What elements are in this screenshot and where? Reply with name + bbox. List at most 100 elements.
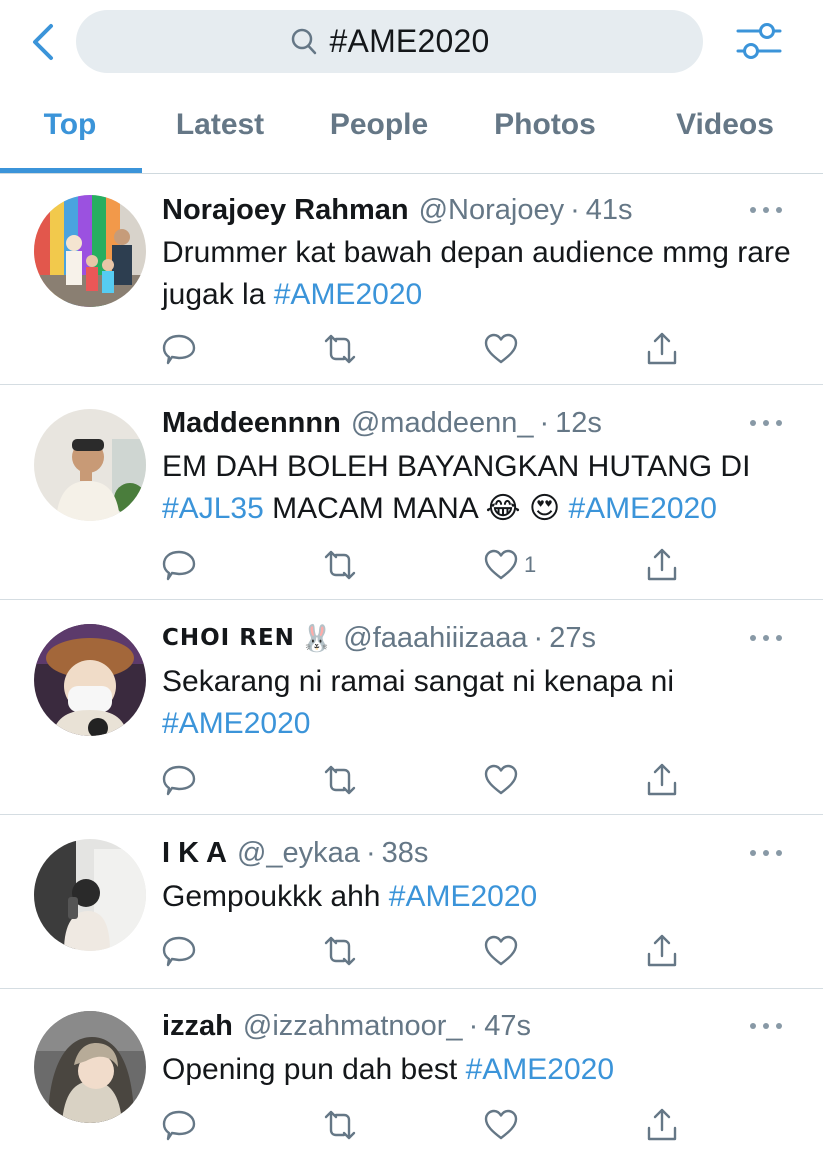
- retweet-button[interactable]: [322, 545, 358, 585]
- hashtag-link[interactable]: #AME2020: [568, 492, 716, 525]
- share-button[interactable]: [646, 931, 678, 971]
- search-tabs: Top Latest People Photos Videos: [0, 90, 823, 174]
- like-button[interactable]: [484, 931, 524, 971]
- tab-photos[interactable]: Photos: [472, 108, 618, 156]
- like-button[interactable]: [484, 1105, 524, 1145]
- search-icon: [291, 28, 316, 54]
- tweet[interactable]: I K A @_eykaa · 38s Gempoukkk ahh #AME20…: [0, 815, 823, 989]
- like-icon: [484, 333, 518, 364]
- hashtag-link[interactable]: #AME2020: [162, 707, 310, 740]
- avatar[interactable]: [34, 409, 146, 521]
- user-name[interactable]: izzah: [162, 1010, 233, 1043]
- avatar[interactable]: [34, 195, 146, 307]
- separator-dot: ·: [365, 836, 376, 869]
- tweet-text-part: MACAM MANA: [263, 492, 486, 525]
- tweet-text: Sekarang ni ramai sangat ni kenapa ni #AM…: [162, 661, 802, 745]
- user-handle[interactable]: @Norajoey: [419, 194, 565, 227]
- search-filter-button[interactable]: [734, 18, 784, 64]
- more-icon-dot: [763, 850, 769, 856]
- search-input[interactable]: #AME2020: [76, 10, 703, 73]
- hashtag-link[interactable]: #AME2020: [389, 880, 537, 913]
- tab-top[interactable]: Top: [0, 108, 140, 156]
- filter-sliders-icon: [736, 23, 782, 59]
- avatar[interactable]: [34, 1011, 146, 1123]
- separator-dot: ·: [468, 1009, 479, 1042]
- hashtag-link[interactable]: #AJL35: [162, 492, 264, 525]
- like-button[interactable]: [484, 329, 524, 369]
- tweet-text: Gempoukkk ahh #AME2020: [162, 876, 802, 918]
- share-button[interactable]: [646, 329, 678, 369]
- user-name[interactable]: I K A: [162, 837, 227, 870]
- more-button[interactable]: [746, 1014, 786, 1038]
- tab-videos[interactable]: Videos: [652, 108, 798, 156]
- retweet-button[interactable]: [322, 931, 358, 971]
- tweet-time[interactable]: 47s: [484, 1010, 531, 1043]
- retweet-button[interactable]: [322, 329, 358, 369]
- more-button[interactable]: [746, 841, 786, 865]
- share-button[interactable]: [646, 1105, 678, 1145]
- share-icon: [647, 548, 677, 581]
- top-bar: #AME2020: [0, 0, 823, 84]
- heart-eyes-emoji: 😍: [528, 492, 561, 525]
- reply-button[interactable]: [162, 931, 196, 971]
- like-icon: [484, 764, 518, 795]
- more-icon: [750, 420, 756, 426]
- tweet-time[interactable]: 12s: [555, 407, 602, 440]
- user-name[interactable]: Maddeennnn: [162, 407, 341, 440]
- reply-button[interactable]: [162, 329, 196, 369]
- more-button[interactable]: [746, 198, 786, 222]
- back-button[interactable]: [26, 22, 60, 62]
- like-icon: [484, 935, 518, 966]
- user-handle[interactable]: @izzahmatnoor_: [243, 1010, 463, 1043]
- more-button[interactable]: [746, 411, 786, 435]
- share-button[interactable]: [646, 760, 678, 800]
- tweet[interactable]: izzah @izzahmatnoor_ · 47s Opening pun d…: [0, 989, 823, 1156]
- tweet-actions: [162, 329, 702, 369]
- user-handle[interactable]: @_eykaa: [237, 837, 360, 870]
- more-button[interactable]: [746, 626, 786, 650]
- more-icon: [750, 635, 756, 641]
- like-button[interactable]: 1: [484, 545, 536, 585]
- user-name[interactable]: CHOI REN: [162, 625, 295, 651]
- reply-icon: [162, 334, 196, 365]
- share-button[interactable]: [646, 545, 678, 585]
- more-icon-dot: [776, 420, 782, 426]
- reply-icon: [162, 936, 196, 967]
- share-icon: [647, 763, 677, 796]
- more-icon: [750, 1023, 756, 1029]
- retweet-button[interactable]: [322, 760, 358, 800]
- reply-button[interactable]: [162, 545, 196, 585]
- tweet[interactable]: Norajoey Rahman @Norajoey · 41s Drummer …: [0, 175, 823, 385]
- tab-people[interactable]: People: [308, 108, 450, 156]
- tweet[interactable]: Maddeennnn @maddeenn_ · 12s EM DAH BOLEH…: [0, 385, 823, 600]
- tweet-text-part: Drummer kat bawah depan audience mmg rar…: [162, 236, 791, 311]
- retweet-icon: [324, 334, 356, 364]
- like-icon: [484, 549, 518, 580]
- avatar-photo: [34, 1011, 146, 1123]
- tweet[interactable]: CHOI REN 🐰 @faaahiiizaaa · 27s Sekarang …: [0, 600, 823, 815]
- hashtag-link[interactable]: #AME2020: [466, 1053, 614, 1086]
- tweet-time[interactable]: 27s: [549, 622, 596, 655]
- tweet-time[interactable]: 38s: [382, 837, 429, 870]
- user-handle[interactable]: @faaahiiizaaa: [343, 622, 527, 655]
- avatar-photo: [34, 839, 146, 951]
- hashtag-link[interactable]: #AME2020: [274, 278, 422, 311]
- avatar[interactable]: [34, 839, 146, 951]
- avatar[interactable]: [34, 624, 146, 736]
- like-button[interactable]: [484, 760, 524, 800]
- tweet-text-part: Sekarang ni ramai sangat ni kenapa ni: [162, 665, 674, 698]
- user-handle[interactable]: @maddeenn_: [351, 407, 534, 440]
- user-name[interactable]: Norajoey Rahman: [162, 194, 409, 227]
- tab-latest[interactable]: Latest: [150, 108, 290, 156]
- more-icon-dot: [763, 420, 769, 426]
- tweet-header: Norajoey Rahman @Norajoey · 41s: [162, 192, 633, 228]
- tweet-text: Opening pun dah best #AME2020: [162, 1049, 802, 1091]
- retweet-button[interactable]: [322, 1105, 358, 1145]
- tweet-text: EM DAH BOLEH BAYANGKAN HUTANG DI #AJL35 M…: [162, 446, 812, 530]
- tweet-time[interactable]: 41s: [586, 194, 633, 227]
- avatar-photo: [34, 409, 146, 521]
- reply-button[interactable]: [162, 1105, 196, 1145]
- tweet-text-part: Gempoukkk ahh: [162, 880, 389, 913]
- separator-dot: ·: [533, 621, 544, 654]
- reply-button[interactable]: [162, 760, 196, 800]
